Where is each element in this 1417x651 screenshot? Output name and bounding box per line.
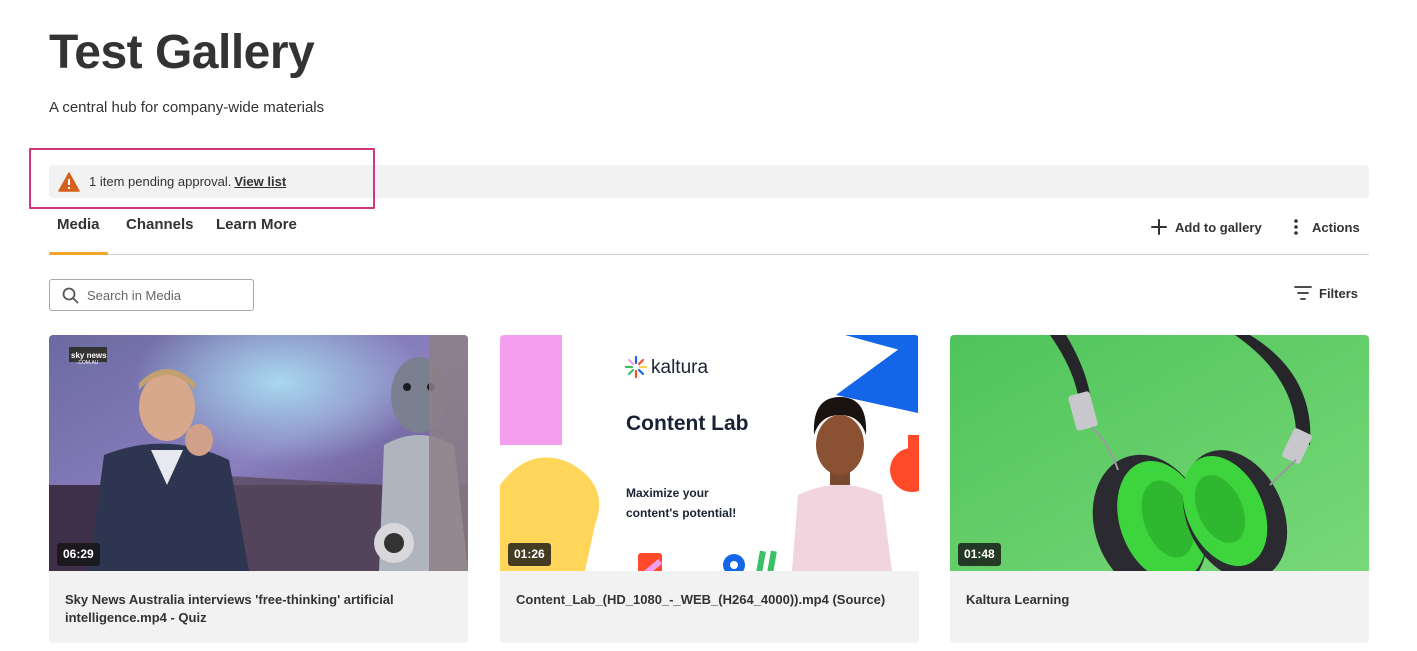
media-thumbnail[interactable]: kaltura Content Lab Maximize your conten… <box>500 335 919 571</box>
tab-learn-more[interactable]: Learn More <box>208 215 305 254</box>
headphones-thumbnail-image <box>950 335 1369 571</box>
svg-text:Content Lab: Content Lab <box>626 412 748 435</box>
svg-text:kaltura: kaltura <box>651 357 708 378</box>
duration-badge: 06:29 <box>57 543 100 566</box>
actions-label: Actions <box>1312 219 1360 235</box>
duration-badge: 01:26 <box>508 543 551 566</box>
more-vertical-icon <box>1287 218 1305 236</box>
plus-icon <box>1150 218 1168 236</box>
warning-icon <box>58 171 80 192</box>
search-icon <box>62 287 79 303</box>
tab-media[interactable]: Media <box>49 215 108 255</box>
svg-text:.COM.AU: .COM.AU <box>77 360 99 366</box>
page-description: A central hub for company-wide materials <box>49 99 325 116</box>
search-field[interactable] <box>49 279 254 311</box>
interview-thumbnail-image: sky news .COM.AU <box>49 335 468 571</box>
actions-menu-button[interactable]: Actions <box>1287 218 1360 236</box>
media-thumbnail[interactable]: 01:48 <box>950 335 1369 571</box>
svg-text:Maximize your: Maximize your <box>626 486 709 500</box>
svg-text:sky news: sky news <box>71 351 107 360</box>
tab-channels[interactable]: Channels <box>118 215 202 254</box>
media-thumbnail[interactable]: sky news .COM.AU 06:29 <box>49 335 468 571</box>
media-card[interactable]: kaltura Content Lab Maximize your conten… <box>500 335 919 643</box>
add-to-gallery-button[interactable]: Add to gallery <box>1150 218 1262 236</box>
pending-message: 1 item pending approval. <box>89 174 232 189</box>
svg-text:content's potential!: content's potential! <box>626 506 736 520</box>
page-title: Test Gallery <box>49 26 315 79</box>
filters-button[interactable]: Filters <box>1294 285 1358 301</box>
view-list-link[interactable]: View list <box>234 174 286 189</box>
media-card[interactable]: 01:48 Kaltura Learning <box>950 335 1369 643</box>
gallery-tabs: Media Channels Learn More Add to gallery… <box>49 210 1369 255</box>
pending-approval-banner: 1 item pending approval. View list <box>49 165 1369 198</box>
add-to-gallery-label: Add to gallery <box>1175 219 1262 235</box>
filter-icon <box>1294 286 1312 300</box>
filters-label: Filters <box>1319 285 1359 301</box>
content-lab-thumbnail-image: kaltura Content Lab Maximize your conten… <box>500 335 919 571</box>
media-card[interactable]: sky news .COM.AU 06:29 Sky News Australi… <box>49 335 468 643</box>
search-input[interactable] <box>87 287 237 303</box>
media-title[interactable]: Sky News Australia interviews 'free-thin… <box>65 591 455 627</box>
media-title[interactable]: Kaltura Learning <box>966 591 1356 609</box>
media-title[interactable]: Content_Lab_(HD_1080_-_WEB_(H264_4000)).… <box>516 591 906 609</box>
duration-badge: 01:48 <box>958 543 1001 566</box>
